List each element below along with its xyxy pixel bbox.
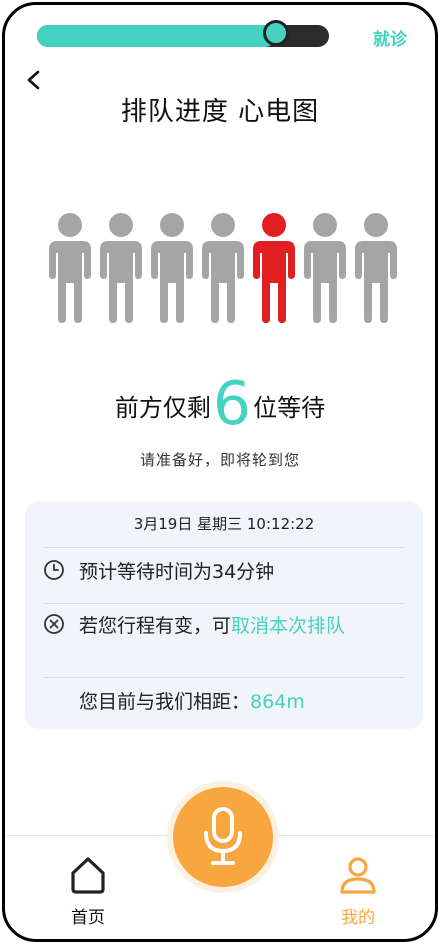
remaining-number: 6 [212, 369, 252, 439]
circle-x-icon [44, 614, 64, 634]
distance-row: 您目前与我们相距：864m [43, 687, 405, 719]
page-title: 排队进度 心电图 [120, 97, 320, 127]
clock-icon [44, 560, 64, 580]
distance-prefix: 您目前与我们相距： [79, 691, 251, 713]
date-time: 3月19日 星期三 10:12:22 [133, 515, 315, 533]
change-plan-text: 若您行程有变，可取消本次排队 [79, 611, 405, 641]
nav-mine-label: 我的 [341, 908, 375, 928]
person-icon [302, 211, 348, 323]
phone-frame: 就诊 排队进度 心电图 前方仅剩6位等待 请准备好，即将轮到您 3月19日 星期… [2, 2, 438, 942]
chevron-left-icon[interactable] [23, 69, 45, 91]
remaining-count: 前方仅剩6位等待 [5, 369, 435, 439]
progress-knob[interactable] [263, 20, 290, 46]
nav-home[interactable]: 首页 [53, 855, 123, 928]
ready-note: 请准备好，即将轮到您 [139, 451, 300, 469]
microphone-icon [204, 807, 242, 865]
user-icon [340, 857, 376, 894]
distance-value: 864m [250, 691, 305, 713]
home-icon [71, 857, 105, 894]
divider [43, 677, 405, 678]
remaining-prefix: 前方仅剩 [114, 394, 211, 422]
person-icon [200, 211, 246, 323]
person-icon [149, 211, 195, 323]
divider [43, 547, 405, 548]
progress-fill [37, 25, 277, 47]
queue-progress-bar[interactable] [37, 20, 329, 47]
voice-button[interactable] [173, 787, 273, 887]
queue-info-card: 3月19日 星期三 10:12:22 预计等待时间为34分钟 若您行程有变，可取… [25, 501, 423, 729]
person-icon-current [251, 211, 297, 323]
cancel-queue-link[interactable]: 取消本次排队 [231, 615, 345, 637]
remaining-suffix: 位等待 [253, 394, 326, 422]
wait-time-row: 预计等待时间为34分钟 [43, 557, 405, 597]
person-icon [98, 211, 144, 323]
nav-mine[interactable]: 我的 [323, 855, 393, 928]
distance-text: 您目前与我们相距：864m [79, 687, 405, 717]
wait-time-text: 预计等待时间为34分钟 [79, 561, 275, 583]
divider [43, 603, 405, 604]
change-plan-prefix: 若您行程有变，可 [79, 615, 232, 637]
person-icon [353, 211, 399, 323]
queue-people [47, 211, 399, 323]
visit-label[interactable]: 就诊 [373, 25, 407, 50]
change-plan-row: 若您行程有变，可取消本次排队 [43, 611, 405, 675]
nav-home-label: 首页 [71, 908, 105, 928]
person-icon [47, 211, 93, 323]
